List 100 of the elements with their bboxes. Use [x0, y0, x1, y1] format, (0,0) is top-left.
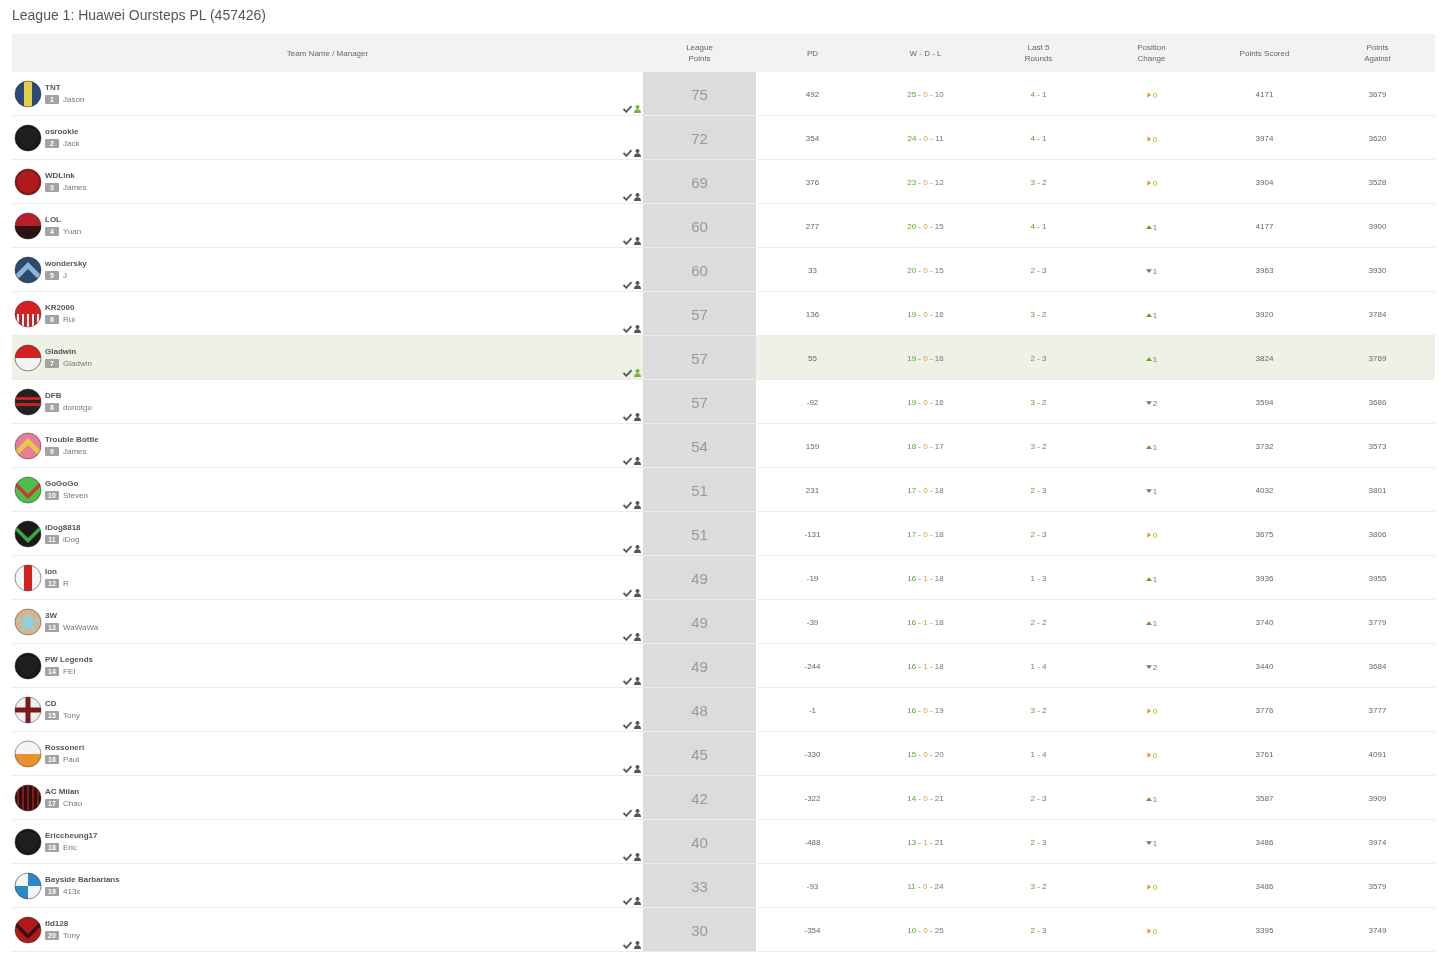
league-points: 48	[691, 702, 708, 721]
points-difference: -39	[806, 618, 819, 629]
team-name[interactable]: AC Milan	[45, 787, 83, 796]
points-against: 3620	[1368, 134, 1387, 145]
points-against: 3769	[1368, 354, 1387, 365]
last-five-record: 2 - 3	[1030, 266, 1047, 277]
points-against: 3974	[1368, 838, 1387, 849]
points-against: 3779	[1368, 618, 1387, 629]
points-against: 3579	[1368, 882, 1387, 893]
person-icon[interactable]	[634, 457, 641, 465]
team-name[interactable]: CD	[45, 699, 80, 708]
column-header[interactable]: League Points	[674, 42, 725, 64]
league-points: 57	[691, 394, 708, 413]
team-name[interactable]: LOL	[45, 215, 82, 224]
person-icon[interactable]	[634, 677, 641, 685]
team-name[interactable]: WDLink	[45, 171, 87, 180]
person-icon[interactable]	[634, 897, 641, 905]
league-points: 42	[691, 790, 708, 809]
team-name[interactable]: tld128	[45, 919, 80, 928]
manager-name: FEI	[63, 667, 76, 676]
league-points: 49	[691, 658, 708, 677]
column-header[interactable]: PD	[806, 47, 819, 59]
points-against: 3686	[1368, 398, 1387, 409]
win-draw-loss: 16 - 1 - 18	[907, 574, 944, 585]
team-name[interactable]: KR2000	[45, 303, 75, 312]
person-icon[interactable]	[634, 545, 641, 553]
person-icon[interactable]	[634, 501, 641, 509]
person-icon[interactable]	[634, 633, 641, 641]
position-change: 0	[1152, 882, 1158, 892]
team-name[interactable]: Ion	[45, 567, 69, 576]
manager-name: Tony	[63, 931, 80, 940]
check-icon	[623, 721, 632, 729]
last-five-record: 3 - 2	[1030, 706, 1047, 717]
column-header[interactable]: Position Change	[1126, 42, 1177, 64]
person-icon[interactable]	[634, 193, 641, 201]
column-header[interactable]: Points Against	[1352, 42, 1403, 64]
person-icon[interactable]	[634, 413, 641, 421]
win-draw-loss: 17 - 0 - 18	[907, 486, 944, 497]
manager-name: iDog	[63, 535, 80, 544]
person-icon[interactable]	[634, 281, 641, 289]
check-icon	[623, 765, 632, 773]
team-name[interactable]: Ericcheung17	[45, 831, 98, 840]
points-difference: 136	[805, 310, 820, 321]
last-five-record: 2 - 3	[1030, 486, 1047, 497]
position-change: 2	[1152, 662, 1158, 672]
points-difference: 33	[808, 266, 817, 277]
win-draw-loss: 13 - 1 - 21	[907, 838, 944, 849]
person-icon[interactable]	[634, 325, 641, 333]
team-name[interactable]: Gladwin	[45, 347, 92, 356]
points-against: 3909	[1368, 794, 1387, 805]
check-icon	[623, 853, 632, 861]
team-name[interactable]: GoGoGo	[45, 479, 88, 488]
person-icon[interactable]	[634, 149, 641, 157]
team-name[interactable]: Bayside Barbarians	[45, 875, 120, 884]
points-difference: 376	[805, 178, 820, 189]
team-name[interactable]: wondersky	[45, 259, 87, 268]
check-icon	[623, 369, 632, 377]
team-name[interactable]: DFB	[45, 391, 92, 400]
team-name[interactable]: 3W	[45, 611, 99, 620]
team-name[interactable]: iDog8818	[45, 523, 81, 532]
team-name[interactable]: Rossoneri	[45, 743, 85, 752]
person-icon[interactable]	[634, 237, 641, 245]
points-difference: -1	[808, 706, 817, 717]
last-five-record: 4 - 1	[1030, 90, 1047, 101]
team-name[interactable]: Trouble Bottle	[45, 435, 99, 444]
person-icon[interactable]	[634, 809, 641, 817]
person-icon[interactable]	[634, 941, 641, 949]
win-draw-loss: 19 - 0 - 16	[907, 310, 944, 321]
win-draw-loss: 10 - 0 - 25	[907, 926, 944, 937]
win-draw-loss: 16 - 1 - 18	[907, 618, 944, 629]
check-icon	[623, 237, 632, 245]
last-five-record: 2 - 3	[1030, 794, 1047, 805]
points-scored: 4032	[1255, 486, 1274, 497]
check-icon	[623, 105, 632, 113]
manager-name: Paul	[63, 755, 79, 764]
team-name[interactable]: PW Legends	[45, 655, 93, 664]
column-header[interactable]: W - D - L	[909, 47, 942, 59]
points-difference: -354	[804, 926, 821, 937]
team-name[interactable]: osrookie	[45, 127, 80, 136]
league-points: 45	[691, 746, 708, 765]
manager-name: 413x	[63, 887, 81, 896]
check-icon	[623, 413, 632, 421]
manager-name: Yuan	[63, 227, 82, 236]
points-difference: 231	[805, 486, 820, 497]
league-points: 60	[691, 218, 708, 237]
person-icon[interactable]	[634, 853, 641, 861]
points-scored: 4177	[1255, 222, 1274, 233]
points-scored: 3587	[1255, 794, 1274, 805]
last-five-record: 4 - 1	[1030, 222, 1047, 233]
person-icon[interactable]	[634, 589, 641, 597]
points-scored: 3740	[1255, 618, 1274, 629]
points-scored: 3440	[1255, 662, 1274, 673]
column-header[interactable]: Last 5 Rounds	[1013, 42, 1064, 64]
points-against: 3777	[1368, 706, 1387, 717]
team-name[interactable]: TNT	[45, 83, 85, 92]
column-header[interactable]: Points Scored	[1239, 47, 1290, 59]
person-icon[interactable]	[634, 765, 641, 773]
column-header[interactable]: Team Name / Manager	[286, 47, 369, 59]
points-difference: 492	[805, 90, 820, 101]
person-icon[interactable]	[634, 721, 641, 729]
